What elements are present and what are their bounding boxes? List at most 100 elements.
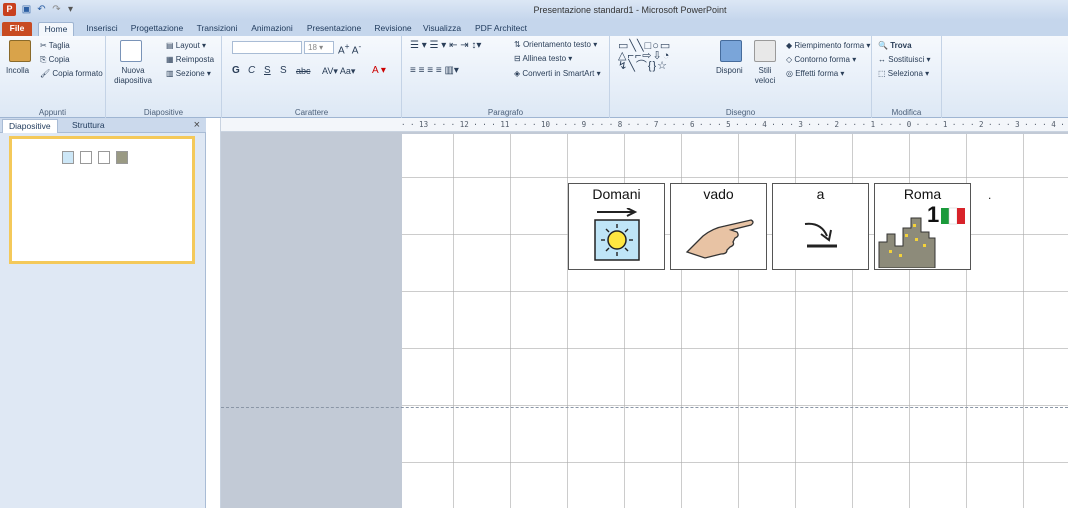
group-label-drawing: Disegno: [725, 108, 756, 117]
list-buttons[interactable]: ☰ ▾ ☰ ▾ ⇤ ⇥ ↕▾: [410, 41, 481, 51]
title-bar: P ▣ ↶ ↷ ▾ Presentazione standard1 - Micr…: [0, 0, 1068, 20]
tab-pdf-architect[interactable]: PDF Architect: [470, 22, 532, 36]
group-label-clipboard: Appunti: [38, 108, 67, 117]
symbol-card-vado[interactable]: vado: [670, 183, 767, 270]
section-label: Sezione: [175, 69, 205, 78]
drawing-guide[interactable]: [221, 407, 1068, 408]
roma-number: 1: [927, 202, 940, 227]
ribbon: Incolla ✂ Taglia ⎘ Copia 🖌 Copia formato…: [0, 36, 1068, 118]
paste-button[interactable]: Incolla: [6, 66, 29, 76]
copy-label: Copia: [48, 55, 70, 64]
format-painter-button[interactable]: 🖌 Copia formato: [40, 69, 103, 79]
shapes-gallery[interactable]: ▭╲╲□○▭ △⌐⌐⇨⇩◔ ↯╲⌒{}☆: [618, 41, 671, 72]
quick-styles-button[interactable]: Stili veloci: [750, 66, 780, 86]
group-label-paragraph: Paragrafo: [487, 108, 524, 117]
replace-label: Sostituisci: [888, 55, 925, 64]
sun-calendar-icon: [594, 208, 640, 261]
bold-button[interactable]: G: [232, 66, 240, 76]
font-color-button[interactable]: A ▾: [372, 66, 386, 76]
shape-outline-button[interactable]: ◇ Contorno forma ▾: [786, 55, 856, 65]
thumb-card-4: [116, 151, 128, 164]
group-label-slides: Diapositive: [143, 108, 184, 117]
new-slide-button[interactable]: Nuova diapositiva: [110, 66, 156, 86]
layout-label: Layout: [175, 41, 200, 50]
qat-customize-icon[interactable]: ▾: [64, 3, 77, 16]
format-painter-label: Copia formato: [52, 69, 103, 78]
group-editing: 🔍 Trova ↔ Sostituisci ▾ ⬚ Seleziona ▾ Mo…: [872, 36, 942, 118]
save-icon[interactable]: ▣: [20, 3, 33, 16]
powerpoint-icon[interactable]: P: [3, 3, 16, 16]
font-name-select[interactable]: [232, 41, 302, 54]
tab-slideshow[interactable]: Presentazione: [302, 22, 366, 36]
ribbon-tabs: File Home Inserisci Progettazione Transi…: [0, 20, 1068, 36]
symbol-card-domani[interactable]: Domani: [568, 183, 665, 270]
tab-slides[interactable]: Diapositive: [2, 119, 58, 133]
slide-thumbnail[interactable]: [9, 136, 195, 264]
reset-label: Reimposta: [175, 55, 215, 64]
new-slide-icon[interactable]: [120, 40, 142, 62]
group-clipboard: Incolla ✂ Taglia ⎘ Copia 🖌 Copia formato…: [0, 36, 106, 118]
symbol-card-roma[interactable]: Roma 1: [874, 183, 971, 270]
alignment-buttons[interactable]: ≡ ≡ ≡ ≡ ▥▾: [410, 66, 459, 76]
text-direction-button[interactable]: ⇅ Orientamento testo ▾: [514, 40, 597, 50]
cut-button[interactable]: ✂ Taglia: [40, 41, 70, 51]
shadow-button[interactable]: S: [280, 66, 287, 76]
layout-button[interactable]: ▤ Layout ▾: [166, 41, 206, 51]
section-button[interactable]: ▥ Sezione ▾: [166, 69, 211, 79]
shape-fill-label: Riempimento forma: [794, 41, 865, 50]
group-label-font: Carattere: [294, 108, 329, 117]
find-label: Trova: [890, 41, 912, 50]
reset-button[interactable]: ▦ Reimposta: [166, 55, 214, 65]
align-text-label: Allinea testo: [522, 54, 567, 63]
shape-effects-label: Effetti forma: [795, 69, 839, 78]
arrange-button[interactable]: Disponi: [716, 66, 743, 76]
card-word: Domani: [592, 186, 641, 202]
card-word: a: [816, 186, 825, 202]
tab-design[interactable]: Progettazione: [126, 22, 188, 36]
thumb-card-2: [80, 151, 92, 164]
horizontal-ruler: · · 13 · · · 12 · · · 11 · · · 10 · · · …: [221, 118, 1068, 132]
copy-button[interactable]: ⎘ Copia: [40, 55, 70, 65]
thumb-card-3: [98, 151, 110, 164]
strikethrough-button[interactable]: abc: [296, 66, 311, 76]
close-pane-icon[interactable]: ×: [194, 119, 200, 131]
city-italy-flag-icon: [878, 207, 965, 268]
font-grow-button[interactable]: A+ A-: [338, 41, 361, 56]
italic-button[interactable]: C: [248, 66, 255, 76]
smartart-label: Converti in SmartArt: [522, 69, 595, 78]
pointing-hand-icon: [685, 219, 754, 259]
smartart-button[interactable]: ◈ Converti in SmartArt ▾: [514, 69, 601, 79]
thumb-card-1: [62, 151, 74, 164]
tab-home[interactable]: Home: [38, 22, 74, 36]
quick-styles-icon[interactable]: [754, 40, 776, 62]
group-label-editing: Modifica: [891, 108, 922, 117]
align-text-button[interactable]: ⊟ Allinea testo ▾: [514, 54, 572, 64]
shape-fill-button[interactable]: ◆ Riempimento forma ▾: [786, 41, 870, 51]
char-spacing-button[interactable]: AV▾ Aa▾: [322, 66, 355, 76]
underline-button[interactable]: S: [264, 66, 271, 76]
replace-button[interactable]: ↔ Sostituisci ▾: [878, 55, 931, 65]
tab-outline[interactable]: Struttura: [66, 119, 111, 133]
tab-transitions[interactable]: Transizioni: [192, 22, 242, 36]
group-font: 18 ▾ A+ A- G C S S abc AV▾ Aa▾ A ▾ Carat…: [222, 36, 402, 118]
text-direction-label: Orientamento testo: [522, 40, 591, 49]
window-title: Presentazione standard1 - Microsoft Powe…: [533, 5, 727, 15]
tab-animations[interactable]: Animazioni: [248, 22, 296, 36]
select-button[interactable]: ⬚ Seleziona ▾: [878, 69, 929, 79]
tab-review[interactable]: Revisione: [370, 22, 416, 36]
paste-icon[interactable]: [9, 40, 31, 62]
sentence-period: .: [988, 188, 992, 202]
tab-file[interactable]: File: [2, 22, 32, 36]
font-size-value: 18: [308, 43, 317, 52]
redo-icon[interactable]: ↷: [50, 3, 63, 16]
card-word: vado: [703, 186, 734, 202]
symbol-card-a[interactable]: a: [772, 183, 869, 270]
font-size-select[interactable]: 18 ▾: [304, 41, 334, 54]
undo-icon[interactable]: ↶: [35, 3, 48, 16]
tab-insert[interactable]: Inserisci: [82, 22, 122, 36]
find-button[interactable]: 🔍 Trova: [878, 41, 912, 51]
tab-view[interactable]: Visualizza: [418, 22, 466, 36]
shape-effects-button[interactable]: ◎ Effetti forma ▾: [786, 69, 844, 79]
shape-outline-label: Contorno forma: [794, 55, 850, 64]
arrange-icon[interactable]: [720, 40, 742, 62]
